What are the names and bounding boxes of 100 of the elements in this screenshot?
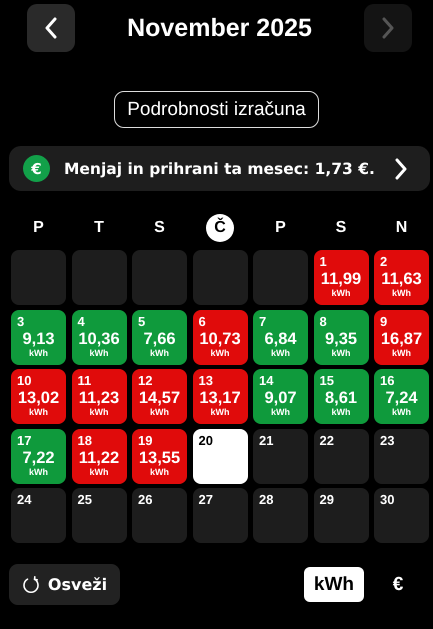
day-cell[interactable]: 4 10,36 kWh <box>72 310 126 364</box>
unit-toggle[interactable]: kWh <box>304 567 364 602</box>
day-cell[interactable]: 2 11,63 kWh <box>374 250 429 305</box>
day-cell[interactable]: 21 <box>253 428 308 484</box>
consumption-value: 11,99 <box>320 270 362 288</box>
day-number: 10 <box>17 373 32 388</box>
unit-label: kWh <box>271 348 290 358</box>
weekday-label: Č <box>206 214 234 242</box>
unit-toggle[interactable]: € <box>380 567 416 602</box>
weekday-label: P <box>32 218 45 238</box>
day-number: 6 <box>198 314 206 328</box>
chevron-right-icon <box>380 17 395 39</box>
day-cell[interactable]: 20 <box>192 428 248 484</box>
weekday-label: S <box>334 218 348 238</box>
day-cell[interactable]: 27 <box>192 488 248 543</box>
day-cell[interactable]: 1 11,99 kWh <box>314 250 368 305</box>
day-cell[interactable]: 24 <box>11 488 66 543</box>
refresh-icon <box>22 576 40 594</box>
consumption-value: 11,22 <box>78 448 120 466</box>
day-number: 23 <box>380 432 394 448</box>
day-cell[interactable]: 19 13,55 kWh <box>132 428 187 484</box>
day-cell[interactable]: 9 16,87 kWh <box>374 310 429 364</box>
day-number: 16 <box>380 373 394 388</box>
day-number: 27 <box>198 492 213 507</box>
day-cell[interactable]: 6 10,73 kWh <box>192 310 248 364</box>
unit-label: kWh <box>392 407 411 417</box>
calculation-details-button[interactable]: Podrobnosti izračuna <box>114 91 319 128</box>
day-number: 30 <box>380 492 394 507</box>
unit-label: kWh <box>90 466 108 476</box>
day-cell[interactable]: 28 <box>253 488 308 543</box>
day-cell[interactable]: 3 9,13 kWh <box>11 310 66 364</box>
day-cell[interactable]: 26 <box>132 488 187 543</box>
unit-label: kWh <box>150 466 169 476</box>
day-cell[interactable]: 12 14,57 kWh <box>132 369 187 424</box>
consumption-value: 7,66 <box>143 330 176 348</box>
day-number: 22 <box>320 432 334 448</box>
unit-label: kWh <box>210 407 230 417</box>
day-cell[interactable]: 10 13,02 kWh <box>11 369 66 424</box>
day-number: 14 <box>259 373 274 388</box>
day-cell[interactable]: 23 <box>374 428 429 484</box>
day-cell[interactable]: 11 11,23 kWh <box>72 369 126 424</box>
day-cell[interactable]: 13 13,17 kWh <box>192 369 248 424</box>
unit-label: kWh <box>29 348 48 358</box>
day-cell[interactable]: 8 9,35 kWh <box>314 310 368 364</box>
consumption-value: 13,02 <box>18 389 60 407</box>
day-cell[interactable]: 15 8,61 kWh <box>314 369 368 424</box>
unit-label: kWh <box>90 407 108 417</box>
day-cell[interactable]: 22 <box>314 428 368 484</box>
euro-icon: € <box>23 155 50 182</box>
day-number: 15 <box>320 373 334 388</box>
day-cell[interactable]: 29 <box>314 488 368 543</box>
consumption-value: 11,23 <box>78 389 120 407</box>
weekday-label: N <box>394 218 408 238</box>
day-number: 28 <box>259 492 274 507</box>
weekday-label: S <box>153 218 166 238</box>
day-cell[interactable]: 14 9,07 kWh <box>253 369 308 424</box>
chevron-left-icon <box>44 17 58 39</box>
day-number: 20 <box>198 432 213 448</box>
day-number: 18 <box>78 432 92 448</box>
consumption-value: 9,35 <box>324 330 358 348</box>
day-number: 26 <box>138 492 152 507</box>
day-number: 19 <box>138 432 152 448</box>
day-cell[interactable]: 25 <box>72 488 126 543</box>
day-cell[interactable]: 5 7,66 kWh <box>132 310 187 364</box>
day-cell[interactable]: 18 11,22 kWh <box>72 428 126 484</box>
day-number: 9 <box>380 314 388 328</box>
day-number: 24 <box>17 492 32 507</box>
refresh-button[interactable]: Osveži <box>9 564 120 605</box>
savings-banner[interactable]: € Menjaj in prihrani ta mesec: 1,73 €. <box>9 146 430 191</box>
day-number: 25 <box>78 492 92 507</box>
unit-label: kWh <box>332 288 350 298</box>
consumption-value: 11,63 <box>381 270 422 288</box>
day-cell[interactable]: 7 6,84 kWh <box>253 310 308 364</box>
day-cell[interactable]: 16 7,24 kWh <box>374 369 429 424</box>
day-number: 7 <box>259 314 266 328</box>
unit-label: kWh <box>392 348 411 358</box>
day-number: 17 <box>17 432 32 448</box>
day-number: 1 <box>320 254 327 269</box>
month-title: November 2025 <box>127 14 312 42</box>
day-cell[interactable]: 30 <box>374 488 429 543</box>
weekday-label: T <box>93 218 105 238</box>
unit-label: kWh <box>210 348 230 358</box>
unit-label: kWh <box>29 407 48 417</box>
unit-label: kWh <box>332 348 350 358</box>
consumption-value: 13,17 <box>199 389 241 407</box>
consumption-value: 7,22 <box>22 448 55 466</box>
unit-label: kWh <box>271 407 290 417</box>
savings-text: Menjaj in prihrani ta mesec: 1,73 €. <box>64 160 376 178</box>
day-number: 3 <box>17 314 24 328</box>
day-number: 2 <box>380 254 388 269</box>
chevron-right-icon <box>394 158 408 180</box>
previous-month-button[interactable] <box>27 4 75 52</box>
day-number: 4 <box>78 314 85 328</box>
consumption-value: 10,73 <box>199 330 241 348</box>
consumption-value: 13,55 <box>138 448 180 466</box>
day-number: 5 <box>138 314 146 328</box>
consumption-value: 9,07 <box>264 389 297 407</box>
consumption-value: 8,61 <box>324 389 358 407</box>
day-cell[interactable]: 17 7,22 kWh <box>11 428 66 484</box>
unit-label: kWh <box>332 407 350 417</box>
